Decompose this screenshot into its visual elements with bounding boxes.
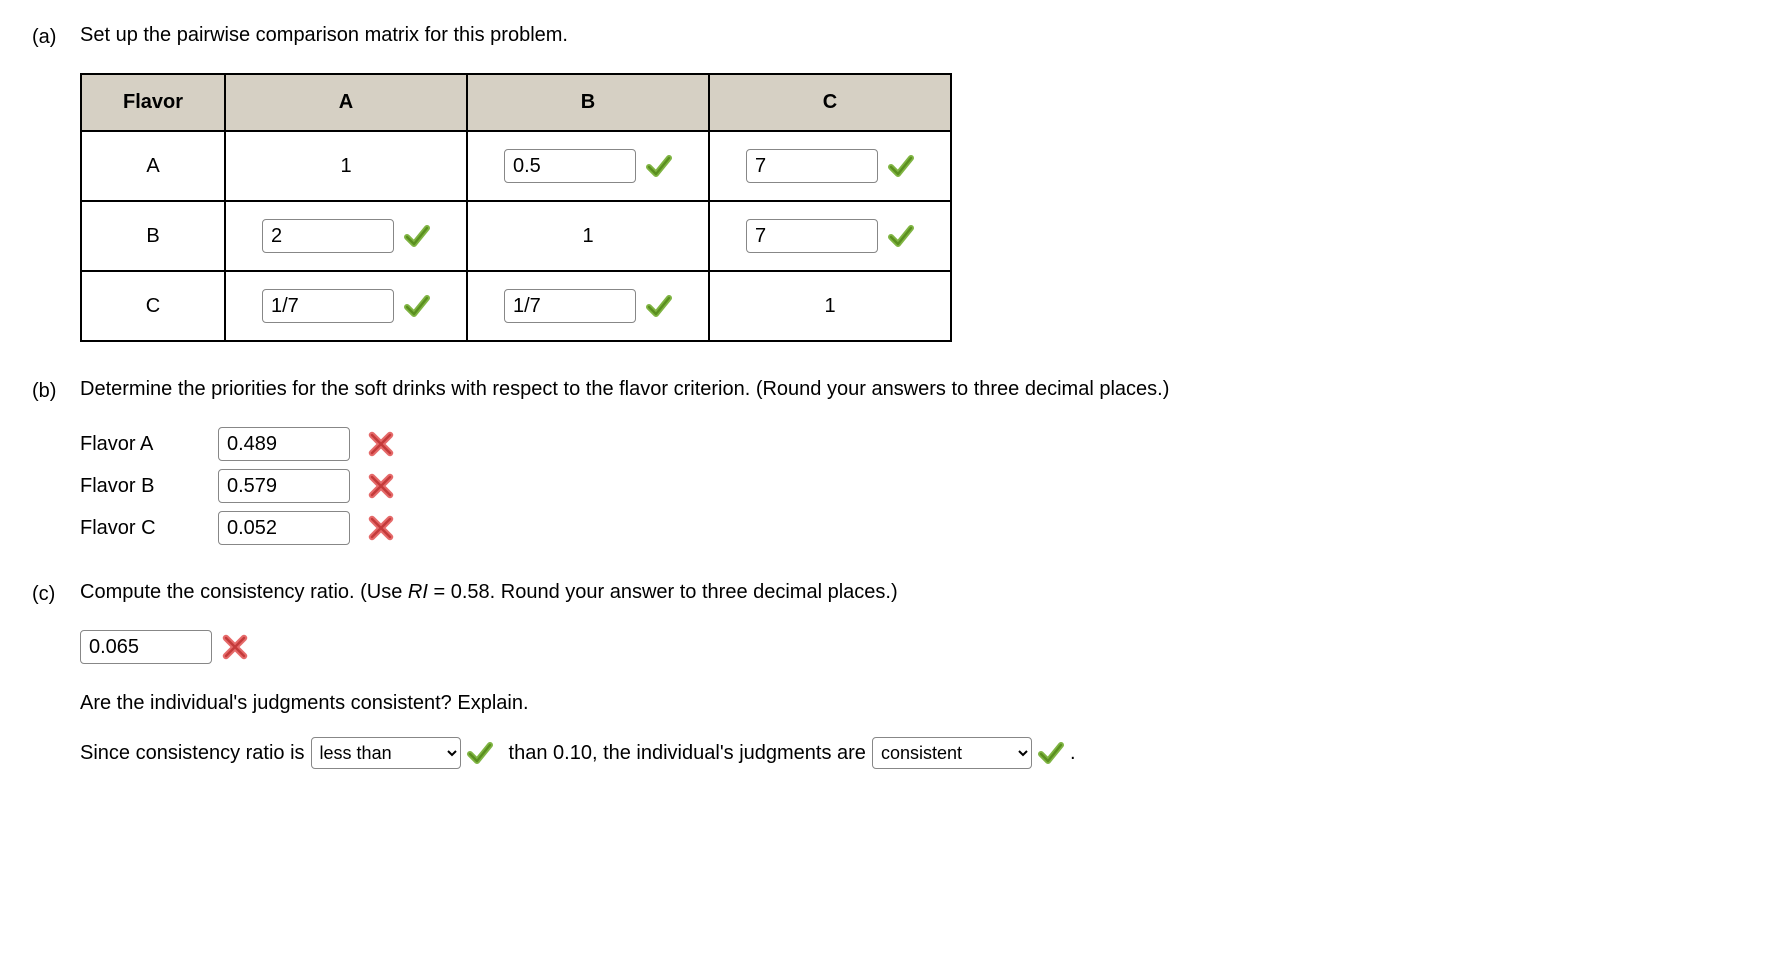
part-c-prompt: Compute the consistency ratio. (Use RI =…: [80, 581, 898, 604]
col-header-a: A: [225, 74, 467, 131]
check-icon: [467, 740, 493, 766]
table-row: C1: [81, 271, 951, 341]
matrix-cell: 1: [467, 201, 709, 271]
matrix-input[interactable]: [746, 149, 878, 183]
check-icon: [888, 153, 914, 179]
cross-icon: [368, 431, 394, 457]
priority-label: Flavor B: [80, 475, 200, 498]
static-value: 1: [822, 295, 838, 318]
check-icon: [404, 223, 430, 249]
check-icon: [646, 153, 672, 179]
priority-row: Flavor C: [80, 511, 1738, 545]
check-icon: [1038, 740, 1064, 766]
table-row: A1: [81, 131, 951, 201]
col-header-c: C: [709, 74, 951, 131]
part-a-label: (a): [32, 24, 64, 49]
priority-row: Flavor B: [80, 469, 1738, 503]
matrix-cell: [467, 271, 709, 341]
part-b-label: (b): [32, 378, 64, 403]
part-c-prompt-post: = 0.58. Round your answer to three decim…: [428, 581, 898, 603]
row-label: A: [81, 131, 225, 201]
priority-label: Flavor A: [80, 433, 200, 456]
matrix-cell: [225, 201, 467, 271]
priority-label: Flavor C: [80, 517, 200, 540]
part-b-prompt: Determine the priorities for the soft dr…: [80, 378, 1169, 401]
priority-input[interactable]: [218, 469, 350, 503]
matrix-cell: [467, 131, 709, 201]
cross-icon: [368, 473, 394, 499]
table-row: B1: [81, 201, 951, 271]
cross-icon: [222, 634, 248, 660]
sentence-pre: Since consistency ratio is: [80, 742, 305, 765]
matrix-input[interactable]: [262, 289, 394, 323]
matrix-cell: [709, 131, 951, 201]
row-label: B: [81, 201, 225, 271]
cross-icon: [368, 515, 394, 541]
matrix-input[interactable]: [504, 149, 636, 183]
matrix-cell: 1: [709, 271, 951, 341]
judgment-select[interactable]: consistent: [872, 737, 1032, 769]
part-c-ri: RI: [408, 581, 428, 603]
priority-input[interactable]: [218, 427, 350, 461]
static-value: 1: [580, 225, 596, 248]
matrix-input[interactable]: [504, 289, 636, 323]
check-icon: [646, 293, 672, 319]
row-label: C: [81, 271, 225, 341]
sentence-post: .: [1070, 742, 1076, 765]
matrix-input[interactable]: [746, 219, 878, 253]
matrix-input[interactable]: [262, 219, 394, 253]
sentence-mid: than 0.10, the individual's judgments ar…: [509, 742, 866, 765]
priority-input[interactable]: [218, 511, 350, 545]
matrix-cell: 1: [225, 131, 467, 201]
explain-prompt: Are the individual's judgments consisten…: [80, 692, 1738, 715]
pairwise-matrix: Flavor A B C A1B1C1: [80, 73, 952, 342]
matrix-cell: [709, 201, 951, 271]
priority-list: Flavor A Flavor B Flavor C: [80, 427, 1738, 545]
matrix-cell: [225, 271, 467, 341]
check-icon: [888, 223, 914, 249]
consistency-ratio-input[interactable]: [80, 630, 212, 664]
priority-row: Flavor A: [80, 427, 1738, 461]
col-header-flavor: Flavor: [81, 74, 225, 131]
static-value: 1: [338, 155, 354, 178]
part-c-label: (c): [32, 581, 64, 606]
part-a-prompt: Set up the pairwise comparison matrix fo…: [80, 24, 568, 47]
comparison-select[interactable]: less than: [311, 737, 461, 769]
part-c-prompt-pre: Compute the consistency ratio. (Use: [80, 581, 408, 603]
col-header-b: B: [467, 74, 709, 131]
check-icon: [404, 293, 430, 319]
